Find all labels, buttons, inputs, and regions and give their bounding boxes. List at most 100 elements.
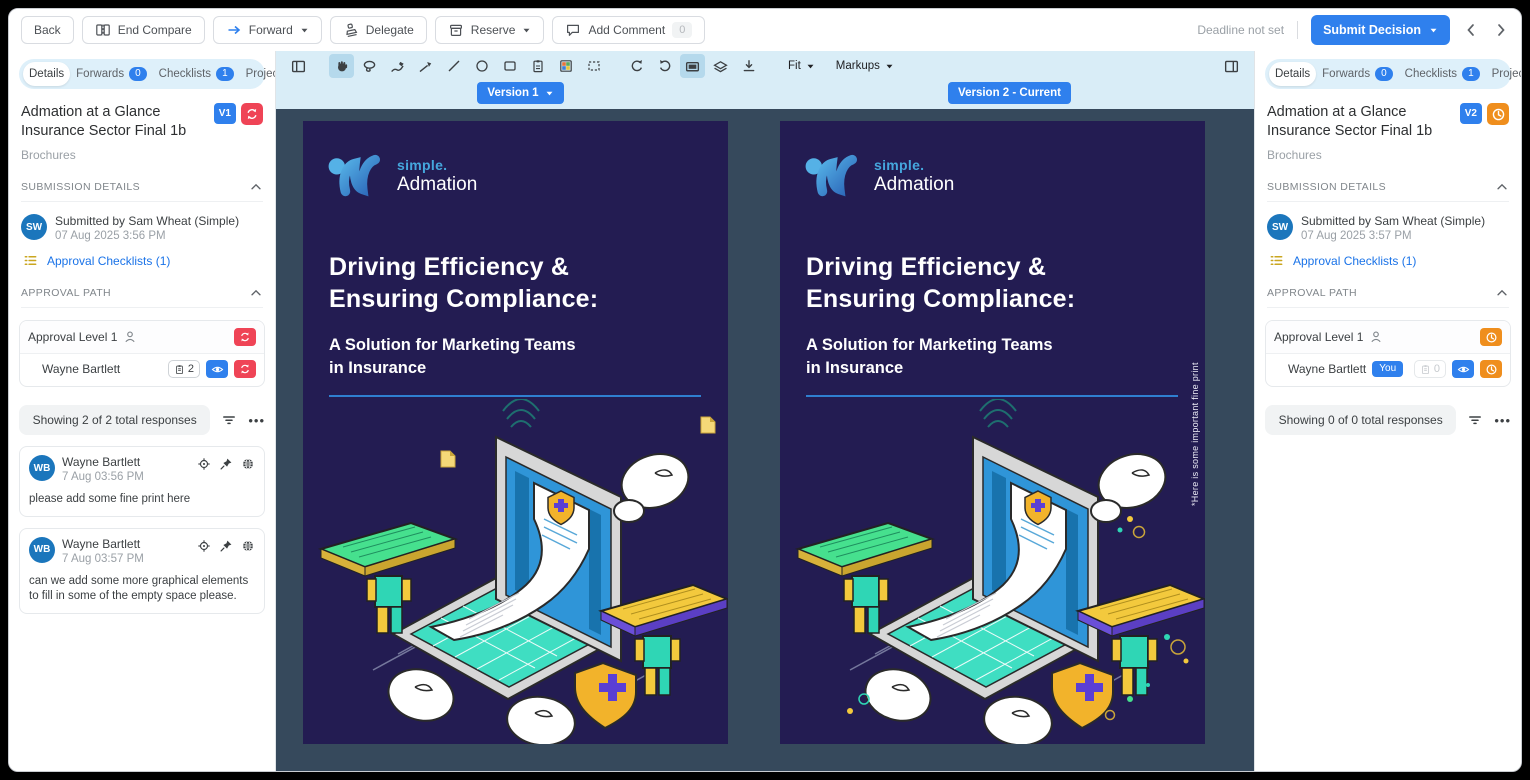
brochure-illustration bbox=[303, 399, 728, 744]
end-compare-button[interactable]: End Compare bbox=[82, 16, 205, 44]
approval-level-row: Approval Level 1 bbox=[20, 321, 264, 354]
approver-comment-count-chip[interactable]: 2 bbox=[168, 360, 200, 378]
level-recirculated-icon bbox=[234, 328, 256, 346]
checklists-count-badge: 1 bbox=[216, 67, 234, 81]
line-tool[interactable] bbox=[441, 54, 466, 78]
add-comment-button[interactable]: Add Comment 0 bbox=[552, 16, 705, 44]
toggle-left-panel-button[interactable] bbox=[286, 54, 311, 78]
pan-hand-tool[interactable] bbox=[329, 54, 354, 78]
rotate-cw-button[interactable] bbox=[652, 54, 677, 78]
tab-project[interactable]: Project bbox=[240, 62, 275, 86]
rotate-ccw-button[interactable] bbox=[624, 54, 649, 78]
reserve-button[interactable]: Reserve bbox=[435, 16, 545, 44]
submitter-row: SW Submitted by Sam Wheat (Simple) 07 Au… bbox=[21, 214, 263, 242]
forward-button[interactable]: Forward bbox=[213, 16, 322, 44]
version-badge: V2 bbox=[1460, 103, 1482, 124]
asset-nav bbox=[1463, 22, 1509, 38]
version1-dropdown[interactable]: Version 1 bbox=[477, 82, 563, 104]
tab-details[interactable]: Details bbox=[23, 62, 70, 86]
compare-view-button[interactable] bbox=[680, 54, 705, 78]
collapse-chevron-icon[interactable] bbox=[249, 286, 263, 300]
comment-author-block: Wayne Bartlett 7 Aug 03:56 PM bbox=[62, 455, 144, 483]
rectangle-tool[interactable] bbox=[497, 54, 522, 78]
compare-canvas[interactable]: simple. Admation Driving Efficiency & En… bbox=[276, 109, 1254, 771]
back-label: Back bbox=[34, 23, 61, 37]
tab-forwards-label: Forwards bbox=[76, 68, 124, 80]
submitter-row: SW Submitted by Sam Wheat (Simple) 07 Au… bbox=[1267, 214, 1509, 242]
approval-checklists-link[interactable]: Approval Checklists (1) bbox=[1293, 254, 1416, 268]
locate-annotation-icon[interactable] bbox=[197, 539, 211, 553]
more-options-icon[interactable]: ••• bbox=[248, 413, 265, 428]
approval-checklists-link[interactable]: Approval Checklists (1) bbox=[47, 254, 170, 268]
submitter-info: Submitted by Sam Wheat (Simple) 07 Aug 2… bbox=[1301, 214, 1485, 242]
back-button[interactable]: Back bbox=[21, 16, 74, 44]
marquee-select-tool[interactable] bbox=[581, 54, 606, 78]
filter-icon[interactable] bbox=[1467, 412, 1483, 428]
annotation-toolbar: Fit Markups bbox=[276, 51, 1254, 81]
lasso-tool[interactable] bbox=[357, 54, 382, 78]
previous-asset-chevron-icon[interactable] bbox=[1463, 22, 1479, 38]
forwards-count-badge: 0 bbox=[1375, 67, 1393, 81]
next-asset-chevron-icon[interactable] bbox=[1493, 22, 1509, 38]
ellipse-tool[interactable] bbox=[469, 54, 494, 78]
collapse-chevron-icon[interactable] bbox=[1495, 286, 1509, 300]
layers-button[interactable] bbox=[708, 54, 733, 78]
freehand-pen-tool[interactable] bbox=[385, 54, 410, 78]
tab-project-label: Project bbox=[1492, 68, 1521, 80]
brochure-headline: Driving Efficiency & Ensuring Compliance… bbox=[806, 251, 1075, 315]
submit-decision-label: Submit Decision bbox=[1323, 23, 1421, 37]
forwards-count-badge: 0 bbox=[129, 67, 147, 81]
approver-recirculated-icon bbox=[234, 360, 256, 378]
compare-pages-icon bbox=[95, 22, 111, 38]
pin-icon[interactable] bbox=[219, 457, 233, 471]
image-icon bbox=[558, 58, 574, 74]
subhead-line1: A Solution for Marketing Teams bbox=[329, 334, 576, 357]
note-tool[interactable] bbox=[525, 54, 550, 78]
globe-icon[interactable] bbox=[241, 539, 255, 553]
version2-current-label[interactable]: Version 2 - Current bbox=[948, 82, 1071, 104]
tab-checklists[interactable]: Checklists1 bbox=[1399, 62, 1486, 86]
chevron-down-icon bbox=[1429, 27, 1438, 34]
comment-card[interactable]: WB Wayne Bartlett 7 Aug 03:57 PM can we … bbox=[19, 528, 265, 614]
download-button[interactable] bbox=[736, 54, 761, 78]
view-responses-eye-button[interactable] bbox=[206, 360, 228, 378]
comment-card[interactable]: WB Wayne Bartlett 7 Aug 03:56 PM please … bbox=[19, 446, 265, 517]
tab-details[interactable]: Details bbox=[1269, 62, 1316, 86]
document-page-version2[interactable]: simple. Admation Driving Efficiency & En… bbox=[780, 121, 1205, 744]
pin-icon[interactable] bbox=[219, 539, 233, 553]
stamp-icon bbox=[343, 22, 359, 38]
left-version-panel: Details Forwards0 Checklists1 Project Ad… bbox=[9, 51, 275, 771]
end-compare-label: End Compare bbox=[118, 23, 192, 37]
pen-line-icon bbox=[417, 58, 434, 75]
glove-hand-bottom bbox=[504, 693, 578, 744]
chevron-down-icon bbox=[300, 27, 309, 34]
tab-project[interactable]: Project bbox=[1486, 62, 1521, 86]
fit-zoom-dropdown[interactable]: Fit bbox=[779, 60, 824, 72]
tab-checklists[interactable]: Checklists1 bbox=[153, 62, 240, 86]
submit-decision-button[interactable]: Submit Decision bbox=[1311, 15, 1450, 45]
admation-logo-mark-icon bbox=[804, 151, 862, 201]
globe-icon[interactable] bbox=[241, 457, 255, 471]
approver-comment-count-chip[interactable]: 0 bbox=[1414, 360, 1446, 378]
more-options-icon[interactable]: ••• bbox=[1494, 413, 1511, 428]
tab-forwards[interactable]: Forwards0 bbox=[1316, 62, 1399, 86]
brochure-subhead: A Solution for Marketing Teams in Insura… bbox=[329, 334, 576, 380]
delegate-button[interactable]: Delegate bbox=[330, 16, 427, 44]
avatar: WB bbox=[29, 537, 55, 563]
locate-annotation-icon[interactable] bbox=[197, 457, 211, 471]
markups-dropdown[interactable]: Markups bbox=[827, 60, 903, 72]
collapse-chevron-icon[interactable] bbox=[1495, 180, 1509, 194]
straight-pen-tool[interactable] bbox=[413, 54, 438, 78]
document-page-version1[interactable]: simple. Admation Driving Efficiency & En… bbox=[303, 121, 728, 744]
collapse-chevron-icon[interactable] bbox=[249, 180, 263, 194]
view-responses-eye-button[interactable] bbox=[1452, 360, 1474, 378]
image-stamp-tool[interactable] bbox=[553, 54, 578, 78]
brochure-divider-rule bbox=[329, 395, 701, 397]
glove-hand-top-right bbox=[614, 446, 695, 522]
toggle-right-panel-button[interactable] bbox=[1219, 54, 1244, 78]
filter-icon[interactable] bbox=[221, 412, 237, 428]
tab-forwards[interactable]: Forwards 0 bbox=[70, 62, 153, 86]
reserve-box-icon bbox=[448, 22, 464, 38]
approver-pending-icon bbox=[1480, 360, 1502, 378]
illustration-slot bbox=[780, 399, 1205, 744]
